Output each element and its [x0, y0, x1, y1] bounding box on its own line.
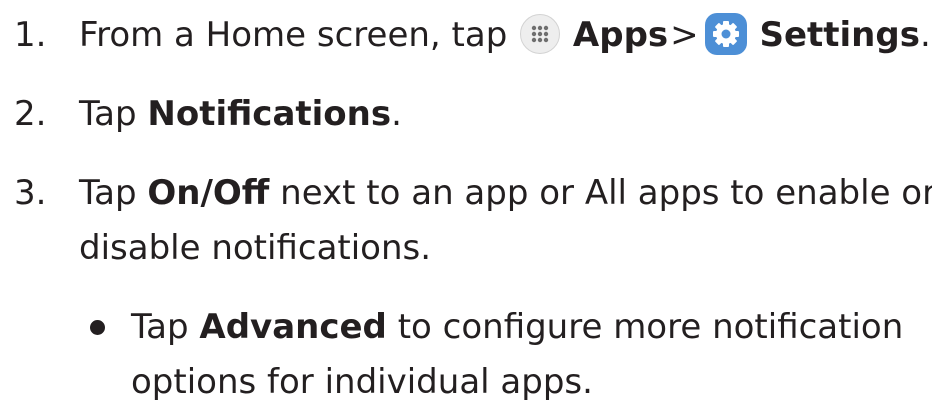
step-number: 1.: [14, 15, 47, 55]
step-lead: Tap: [79, 173, 137, 213]
step-text: From a Home screen, tap Apps> Settings.: [79, 8, 931, 63]
bullet-dot-icon: [90, 320, 105, 335]
sub-bullet-text-continued: options for individual apps.: [131, 362, 593, 402]
step-number: 2.: [14, 94, 47, 134]
chevron-separator: >: [670, 15, 699, 55]
step-lead: From a Home screen, tap: [79, 15, 508, 55]
step-text: Tap Notifications.: [79, 87, 402, 142]
step-tail: next to an app or All apps to enable or: [280, 173, 932, 213]
sub-bullet-lead: Tap: [131, 307, 189, 347]
sub-bullet-text: Tap Advanced to configure more notificat…: [131, 300, 903, 355]
settings-gear-icon: [704, 12, 747, 55]
step-lead: Tap: [79, 94, 137, 134]
advanced-label: Advanced: [199, 307, 387, 347]
settings-label: Settings: [759, 15, 920, 55]
apps-grid-icon: [520, 13, 561, 54]
on-off-label: On/Off: [147, 173, 270, 213]
sub-bullet-tail: to configure more notification: [397, 307, 904, 347]
step-text-continued: disable notifications.: [79, 228, 432, 268]
step-period: .: [919, 15, 931, 55]
step-tail: .: [391, 94, 402, 134]
apps-label: Apps: [572, 15, 669, 55]
step-number: 3.: [14, 173, 47, 213]
step-text: Tap On/Off next to an app or All apps to…: [79, 166, 932, 221]
notifications-label: Notifications: [147, 94, 392, 134]
